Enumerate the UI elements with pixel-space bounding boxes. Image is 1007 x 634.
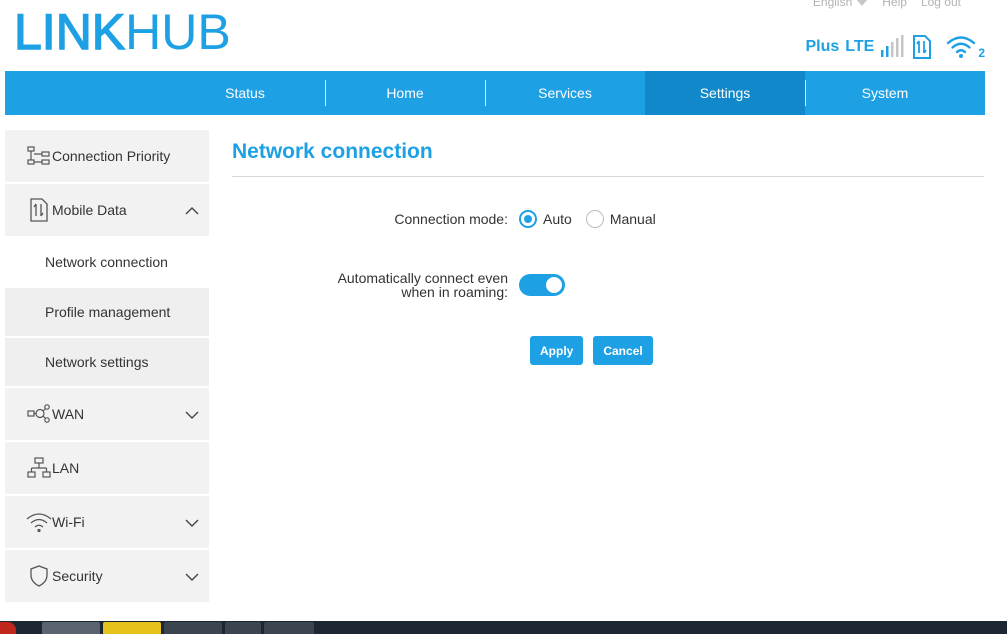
- title-divider: [232, 176, 984, 177]
- tab-settings[interactable]: Settings: [645, 71, 805, 115]
- tab-home[interactable]: Home: [325, 71, 485, 115]
- logo-bold: LINK: [13, 4, 126, 60]
- page-title: Network connection: [232, 140, 433, 163]
- chevron-down-icon[interactable]: [185, 515, 199, 531]
- taskbar-app-icon[interactable]: [164, 622, 222, 634]
- taskbar-app-icon[interactable]: [42, 622, 100, 634]
- sidebar-item-label: WAN: [52, 406, 85, 422]
- taskbar-app-icon[interactable]: [103, 622, 161, 634]
- sidebar-subitem-network-connection[interactable]: Network connection: [5, 238, 209, 288]
- linkhub-logo: LINKHUB: [13, 4, 231, 60]
- sidebar-item-security[interactable]: Security: [5, 550, 209, 604]
- connection-mode-label: Connection mode:: [394, 211, 508, 227]
- tab-services[interactable]: Services: [485, 71, 645, 115]
- sidebar-item-connection-priority[interactable]: Connection Priority: [5, 130, 209, 184]
- roaming-label-line2: when in roaming:: [401, 284, 508, 300]
- wifi-client-count: 2: [978, 46, 985, 60]
- network-type: LTE: [845, 38, 875, 55]
- taskbar-app-icon[interactable]: [0, 622, 16, 634]
- roaming-toggle[interactable]: [519, 274, 565, 296]
- taskbar-app-icon[interactable]: [264, 622, 314, 634]
- chevron-up-icon[interactable]: [185, 203, 199, 219]
- roaming-row: Automatically connect even when in roami…: [232, 271, 565, 299]
- taskbar-app-icon[interactable]: [225, 622, 261, 634]
- chevron-down-icon[interactable]: [185, 407, 199, 423]
- sidebar-item-label: Security: [52, 568, 103, 584]
- router-admin-page: LINKHUB English Help Log out Plus LTE 2 …: [0, 0, 1007, 634]
- operator-name: Plus: [805, 38, 840, 55]
- mobile-data-icon: [26, 197, 52, 223]
- language-label: English: [812, 0, 853, 9]
- logout-link[interactable]: Log out: [921, 0, 961, 9]
- shield-icon: [26, 563, 52, 589]
- radio-auto-label: Auto: [543, 211, 572, 227]
- form-actions: Apply Cancel: [530, 336, 663, 365]
- connection-mode-row: Connection mode: Auto Manual: [232, 210, 670, 228]
- os-taskbar: [0, 621, 1007, 634]
- logo-thin: HUB: [125, 4, 231, 60]
- help-link[interactable]: Help: [882, 0, 907, 9]
- top-links: English Help Log out: [813, 0, 961, 9]
- lan-icon: [26, 455, 52, 481]
- wifi-icon: [26, 509, 52, 535]
- caret-down-icon: [856, 0, 869, 6]
- radio-manual-circle[interactable]: [585, 210, 604, 228]
- main-nav: Status Home Services Settings System: [5, 71, 985, 115]
- wan-icon: [26, 401, 52, 427]
- apply-button[interactable]: Apply: [530, 336, 584, 365]
- tab-system[interactable]: System: [805, 71, 965, 115]
- sidebar-item-label: Connection Priority: [52, 148, 171, 164]
- sidebar-item-wan[interactable]: WAN: [5, 388, 209, 442]
- main-content: Network connection Connection mode: Auto…: [232, 130, 984, 365]
- sidebar-subitem-network-settings[interactable]: Network settings: [5, 338, 209, 388]
- sidebar-item-wifi[interactable]: Wi-Fi: [5, 496, 209, 550]
- sidebar-item-label: Wi-Fi: [52, 514, 85, 530]
- radio-manual[interactable]: Manual: [585, 210, 656, 228]
- sidebar: Connection Priority Mobile Data Network …: [5, 130, 209, 604]
- tab-status[interactable]: Status: [165, 71, 325, 115]
- sidebar-item-label: LAN: [52, 460, 80, 476]
- language-selector[interactable]: English: [812, 0, 869, 9]
- sidebar-subitem-profile-management[interactable]: Profile management: [5, 288, 209, 338]
- sim-card-icon: [912, 34, 932, 60]
- radio-auto[interactable]: Auto: [519, 210, 572, 228]
- chevron-down-icon[interactable]: [185, 569, 199, 585]
- roaming-label-line1: Automatically connect even: [337, 270, 508, 286]
- status-indicators: Plus LTE 2: [805, 34, 985, 60]
- signal-bars-icon: [880, 35, 910, 59]
- connection-priority-icon: [26, 143, 52, 169]
- cancel-button[interactable]: Cancel: [593, 336, 653, 365]
- radio-auto-circle[interactable]: [519, 210, 537, 228]
- wifi-icon: [946, 35, 976, 59]
- sidebar-item-lan[interactable]: LAN: [5, 442, 209, 496]
- roaming-label: Automatically connect even when in roami…: [232, 271, 519, 299]
- sidebar-item-mobile-data[interactable]: Mobile Data: [5, 184, 209, 238]
- radio-manual-label: Manual: [609, 211, 656, 227]
- sidebar-item-label: Mobile Data: [52, 202, 127, 218]
- toggle-knob: [546, 277, 562, 293]
